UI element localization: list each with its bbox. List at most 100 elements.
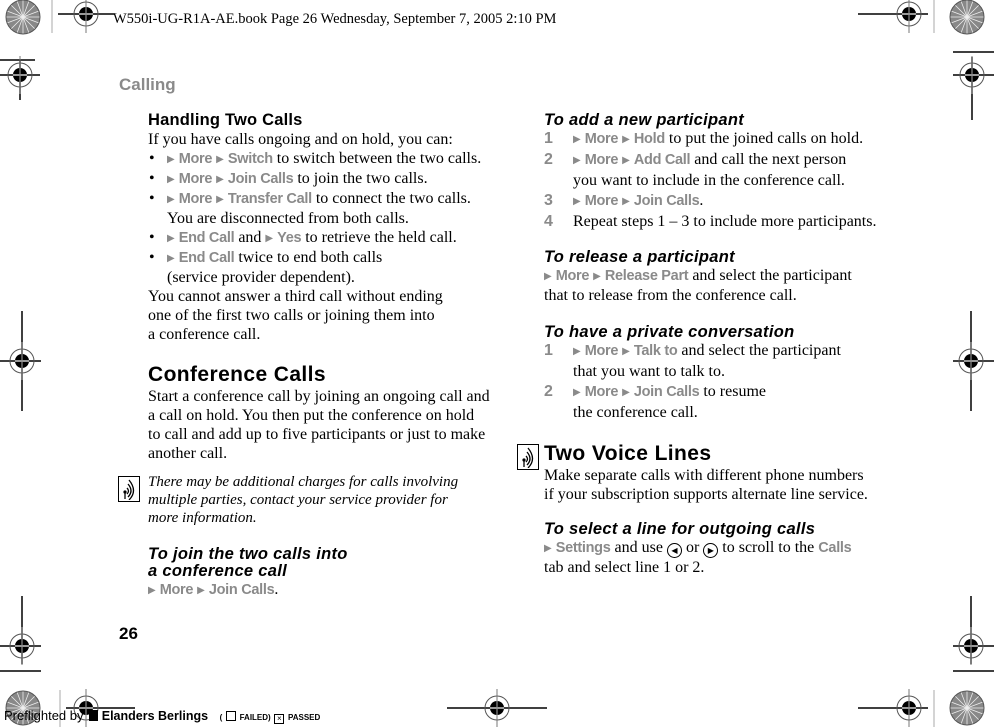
bullet: • (149, 170, 155, 187)
section-title-conference: Conference Calls (148, 363, 326, 386)
section-title-voice-lines: Two Voice Lines (544, 442, 712, 465)
handling-outro-line: a conference call. (148, 326, 261, 343)
step-number: 4 (544, 213, 553, 230)
release-instruction-cont: that to release from the conference call… (544, 287, 797, 304)
arrow-icon: ▶ (622, 134, 630, 145)
passed-label: PASSED (287, 713, 321, 722)
bullet: • (149, 190, 155, 207)
failed-checkbox (225, 711, 236, 721)
menu-item-more: More (584, 131, 619, 147)
registration-target (896, 688, 922, 727)
list-item: • ▶ End Call twice to end both calls (ser… (149, 249, 383, 286)
list-item: • ▶ More ▶ Switch to switch between the … (149, 150, 482, 167)
registration-target (9, 626, 35, 666)
slug-line: W550i-UG-R1A-AE.book Page 26 Wednesday, … (113, 11, 557, 27)
menu-item-join-calls: Join Calls (208, 582, 275, 598)
step-item: 2 ▶ More ▶ Join Calls to resume the confe… (544, 383, 767, 421)
step-item: 1 ▶ More ▶ Talk to and select the partic… (544, 342, 841, 380)
color-wheel-mark (5, 0, 41, 35)
step-item: 2 ▶ More ▶ Add Call and call the next pe… (544, 151, 847, 189)
elanders-logo-icon (89, 710, 99, 721)
menu-item-release-part: Release Part (604, 268, 689, 284)
release-instruction: ▶ More ▶ Release Part and select the par… (544, 267, 852, 284)
menu-item-transfer-call: Transfer Call (227, 191, 312, 207)
network-note-icon (118, 476, 140, 502)
handling-intro: If you have calls ongoing and on hold, y… (148, 131, 453, 148)
note-line: multiple parties, contact your service p… (148, 492, 448, 508)
arrow-icon: ▶ (622, 346, 630, 357)
menu-item-more: More (584, 152, 619, 168)
network-note-icon (517, 444, 539, 470)
conference-body-line: another call. (148, 445, 228, 462)
menu-item-yes: Yes (277, 230, 302, 246)
arrow-icon: ▶ (167, 253, 175, 264)
menu-item-join-calls: Join Calls (227, 171, 294, 187)
conference-body-line: to call and add up to five participants … (148, 426, 486, 443)
menu-item-more: More (584, 384, 619, 400)
arrow-icon: ▶ (573, 387, 581, 398)
step-number: 2 (544, 151, 553, 168)
menu-item-talk-to: Talk to (633, 343, 678, 359)
step-number: 3 (544, 192, 553, 209)
registration-target (896, 0, 922, 34)
arrow-icon: ▶ (622, 196, 630, 207)
subsection-title-release: To release a participant (544, 248, 735, 266)
menu-item-more: More (159, 582, 194, 598)
arrow-icon: ▶ (265, 233, 274, 244)
arrow-icon: ▶ (622, 155, 630, 166)
menu-item-settings: Settings (555, 540, 611, 556)
color-wheel-mark (949, 0, 985, 35)
arrow-icon: ▶ (216, 174, 224, 185)
preflighted-label: Preflighted by (4, 708, 84, 723)
arrow-icon: ▶ (573, 346, 581, 357)
voice-lines-body-line: Make separate calls with different phone… (544, 467, 864, 484)
bullet: • (149, 229, 155, 246)
chapter-title: Calling (119, 75, 176, 94)
step-number: 1 (544, 342, 553, 359)
menu-item-more: More (584, 193, 619, 209)
arrow-icon: ▶ (167, 154, 175, 165)
conference-body-line: a call on hold. You then put the confere… (148, 407, 475, 424)
arrow-icon: ▶ (216, 194, 224, 205)
step-number: 1 (544, 130, 553, 147)
bullet: • (149, 249, 155, 266)
menu-item-join-calls: Join Calls (633, 193, 700, 209)
preflight-stamp: Preflighted by Elanders Berlings ( FAILE… (4, 708, 321, 724)
registration-target (958, 626, 984, 666)
arrow-icon: ▶ (167, 194, 175, 205)
step-item: 1 ▶ More ▶ Hold to put the joined calls … (544, 129, 889, 150)
arrow-icon: ▶ (167, 233, 175, 244)
step-item: 4 Repeat steps 1 – 3 to include more par… (544, 213, 877, 230)
select-line-instruction-cont: tab and select line 1 or 2. (544, 559, 705, 576)
brand-name: Elanders Berlings (101, 709, 209, 723)
arrow-icon: ▶ (544, 271, 552, 282)
arrow-icon: ▶ (622, 387, 630, 398)
note-line: more information. (148, 510, 257, 526)
arrow-icon: ▶ (573, 155, 581, 166)
list-item: • ▶ More ▶ Join Calls to join the two ca… (149, 170, 428, 187)
join-instruction: ▶ More ▶ Join Calls. (148, 581, 279, 598)
arrow-icon: ▶ (544, 543, 552, 554)
menu-item-hold: Hold (633, 131, 665, 147)
handling-outro-line: one of the first two calls or joining th… (148, 307, 435, 324)
list-item: • ▶ End Call and ▶ Yes to retrieve the h… (149, 229, 457, 246)
color-wheel-mark (949, 690, 985, 726)
voice-lines-body-line: if your subscription supports alternate … (544, 486, 868, 503)
left-column: Handling Two Calls If you have calls ong… (118, 110, 493, 600)
bullet: • (149, 150, 155, 167)
subsection-title-add: To add a new participant (544, 111, 745, 129)
menu-item-end-call: End Call (178, 230, 235, 246)
failed-label: FAILED (239, 713, 269, 722)
arrow-icon: ▶ (573, 196, 581, 207)
menu-item-end-call: End Call (178, 250, 235, 266)
menu-item-more: More (178, 151, 213, 167)
arrow-icon: ▶ (573, 134, 581, 145)
registration-target (7, 55, 33, 95)
right-column: To add a new participant 1 ▶ More ▶ Hold… (517, 110, 889, 577)
menu-item-more: More (178, 191, 213, 207)
menu-item-calls: Calls (818, 540, 852, 556)
note-line: There may be additional charges for call… (148, 474, 459, 490)
voice-lines-section: Two Voice Lines Make separate calls with… (517, 442, 889, 504)
navigate-right-icon: ▶ (703, 543, 719, 558)
registration-target (484, 688, 510, 727)
